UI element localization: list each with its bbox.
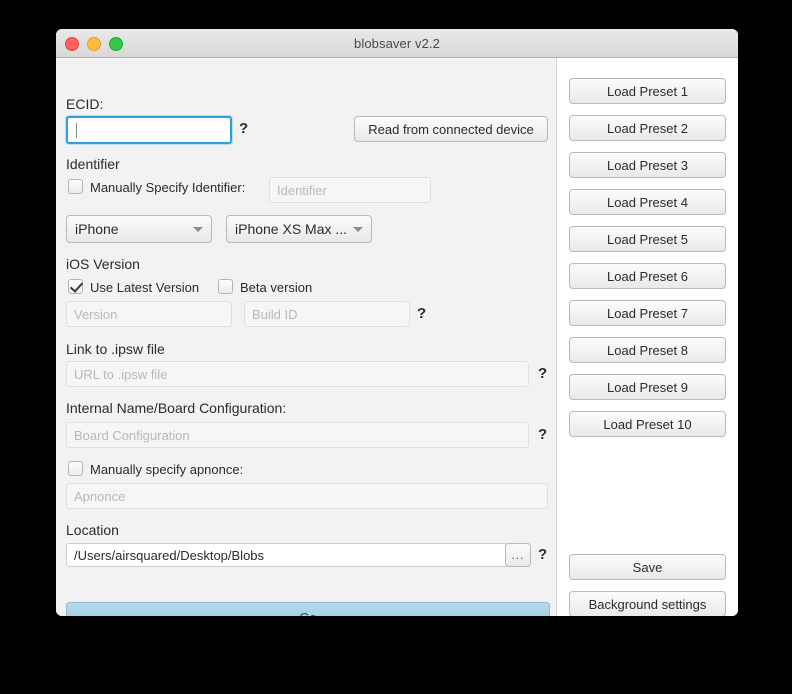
ecid-help-icon[interactable]: ? — [239, 120, 248, 137]
window-body: ECID: ? Read from connected device Ident… — [56, 58, 738, 616]
board-config-input[interactable]: Board Configuration — [66, 422, 529, 448]
load-preset-1-button[interactable]: Load Preset 1 — [569, 78, 726, 104]
board-config-placeholder: Board Configuration — [74, 427, 190, 443]
chevron-down-icon — [193, 226, 203, 232]
load-preset-2-button[interactable]: Load Preset 2 — [569, 115, 726, 141]
load-preset-9-button[interactable]: Load Preset 9 — [569, 374, 726, 400]
identifier-input[interactable]: Identifier — [269, 177, 431, 203]
browse-location-button[interactable]: ... — [505, 543, 531, 567]
window-title: blobsaver v2.2 — [354, 35, 440, 51]
background-settings-button[interactable]: Background settings — [569, 591, 726, 616]
title-bar: blobsaver v2.2 — [56, 29, 738, 58]
text-caret — [76, 122, 77, 138]
manually-specify-apnonce-checkbox[interactable] — [68, 461, 83, 476]
apnonce-input[interactable]: Apnonce — [66, 483, 548, 509]
device-model-value: iPhone XS Max ... — [235, 221, 348, 237]
device-type-dropdown[interactable]: iPhone — [66, 215, 212, 243]
manually-specify-identifier-label: Manually Specify Identifier: — [90, 180, 246, 195]
screen: blobsaver v2.2 ECID: ? Read from connect… — [0, 0, 792, 694]
location-help-icon[interactable]: ? — [538, 546, 547, 563]
beta-version-label: Beta version — [240, 280, 313, 295]
manually-specify-identifier-checkbox[interactable] — [68, 179, 83, 194]
location-value: /Users/airsquared/Desktop/Blobs — [74, 547, 265, 563]
ecid-label: ECID: — [66, 96, 104, 112]
device-type-value: iPhone — [75, 221, 119, 237]
main-form-pane: ECID: ? Read from connected device Ident… — [56, 58, 557, 616]
chevron-down-icon — [353, 226, 363, 232]
go-button[interactable]: Go — [66, 602, 550, 616]
window-controls — [65, 37, 123, 51]
ios-version-section-label: iOS Version — [66, 256, 140, 272]
beta-version-checkbox[interactable] — [218, 279, 233, 294]
board-config-section-label: Internal Name/Board Configuration: — [66, 400, 287, 416]
use-latest-version-checkbox[interactable] — [68, 279, 83, 294]
manually-specify-apnonce-label: Manually specify apnonce: — [90, 462, 244, 477]
ipsw-help-icon[interactable]: ? — [538, 365, 547, 382]
location-section-label: Location — [66, 522, 119, 538]
maximize-button[interactable] — [109, 37, 123, 51]
load-preset-10-button[interactable]: Load Preset 10 — [569, 411, 726, 437]
app-window: blobsaver v2.2 ECID: ? Read from connect… — [56, 29, 738, 616]
minimize-button[interactable] — [87, 37, 101, 51]
ipsw-url-placeholder: URL to .ipsw file — [74, 366, 168, 382]
build-id-input-placeholder: Build ID — [252, 306, 298, 322]
read-from-connected-device-button[interactable]: Read from connected device — [354, 116, 548, 142]
load-preset-8-button[interactable]: Load Preset 8 — [569, 337, 726, 363]
device-model-dropdown[interactable]: iPhone XS Max ... — [226, 215, 372, 243]
build-id-input[interactable]: Build ID — [244, 301, 410, 327]
load-preset-6-button[interactable]: Load Preset 6 — [569, 263, 726, 289]
load-preset-7-button[interactable]: Load Preset 7 — [569, 300, 726, 326]
ipsw-section-label: Link to .ipsw file — [66, 341, 165, 357]
ipsw-url-input[interactable]: URL to .ipsw file — [66, 361, 529, 387]
save-button[interactable]: Save — [569, 554, 726, 580]
apnonce-placeholder: Apnonce — [74, 488, 126, 504]
close-button[interactable] — [65, 37, 79, 51]
version-input-placeholder: Version — [74, 306, 118, 322]
identifier-input-placeholder: Identifier — [277, 182, 327, 198]
presets-pane: Load Preset 1 Load Preset 2 Load Preset … — [557, 58, 738, 616]
load-preset-3-button[interactable]: Load Preset 3 — [569, 152, 726, 178]
ios-version-help-icon[interactable]: ? — [417, 305, 426, 322]
load-preset-5-button[interactable]: Load Preset 5 — [569, 226, 726, 252]
version-input[interactable]: Version — [66, 301, 232, 327]
ecid-input[interactable] — [66, 116, 232, 144]
location-input[interactable]: /Users/airsquared/Desktop/Blobs — [66, 543, 509, 567]
use-latest-version-label: Use Latest Version — [90, 280, 200, 295]
identifier-section-label: Identifier — [66, 156, 120, 172]
load-preset-4-button[interactable]: Load Preset 4 — [569, 189, 726, 215]
board-config-help-icon[interactable]: ? — [538, 426, 547, 443]
